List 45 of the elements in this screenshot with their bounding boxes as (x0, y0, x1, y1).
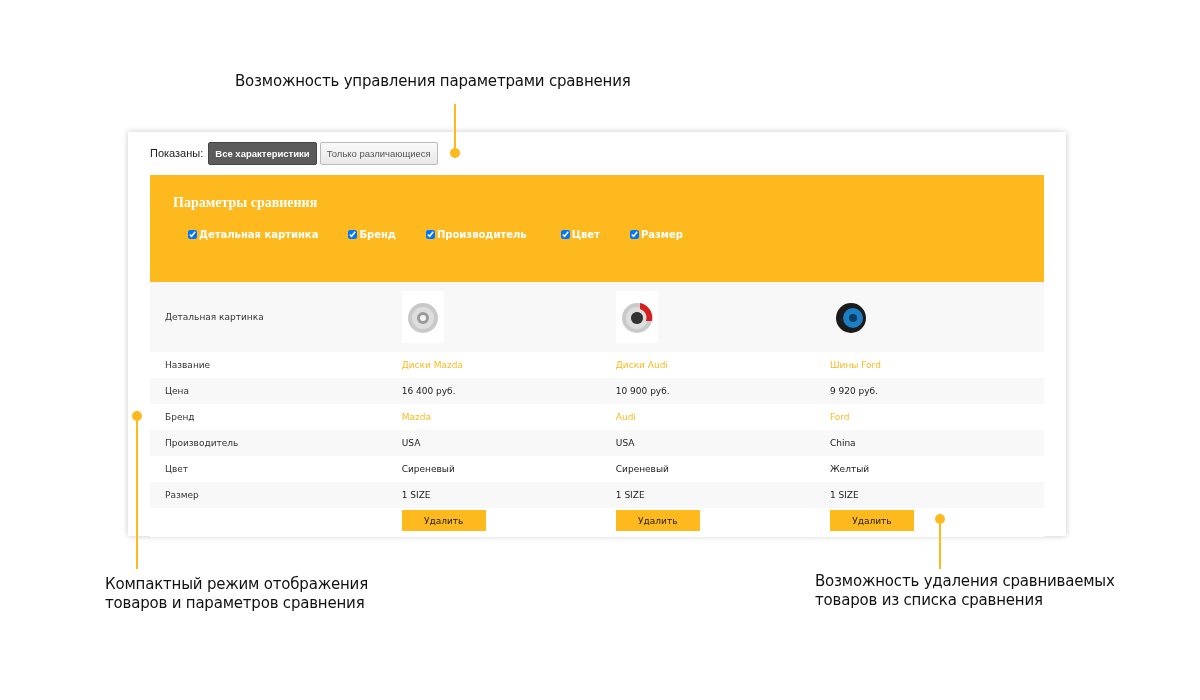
row-label: Название (164, 360, 212, 370)
table-cell: USA (615, 438, 635, 448)
filter-button[interactable]: Только различающиеся (319, 141, 438, 165)
checkbox[interactable] (425, 230, 435, 239)
table-cell: 10 900 руб. (615, 386, 670, 396)
product-link[interactable]: Ford (829, 412, 850, 422)
row-label: Размер (164, 490, 200, 500)
table-cell: 1 SIZE (615, 490, 645, 500)
checkbox-label[interactable]: Размер (640, 229, 683, 240)
product-link[interactable]: Диски Audi (615, 360, 668, 370)
table-cell: 16 400 руб. (401, 386, 456, 396)
panel-title: Параметры сравнения (173, 195, 319, 211)
checkbox[interactable] (348, 230, 358, 239)
table-cell: Сиреневый (401, 464, 455, 474)
table-cell: China (829, 438, 856, 448)
checkbox-label[interactable]: Производитель (436, 229, 527, 240)
table-cell: Сиреневый (615, 464, 669, 474)
table-cell: USA (401, 438, 421, 448)
product-link[interactable]: Audi (615, 412, 636, 422)
table-cell: 1 SIZE (829, 490, 859, 500)
filter-label: Показаны: (150, 147, 204, 159)
checkbox[interactable] (629, 230, 639, 239)
filter-button[interactable]: Все характеристики (208, 141, 317, 165)
row-label: Детальная картинка (164, 312, 265, 322)
remove-button[interactable]: Удалить (401, 510, 486, 531)
product-link[interactable]: Mazda (401, 412, 431, 422)
checkbox-label[interactable]: Детальная картинка (199, 229, 319, 240)
product-link[interactable]: Шины Ford (829, 360, 881, 370)
row-label: Цвет (164, 464, 190, 474)
remove-button[interactable]: Удалить (829, 510, 914, 531)
product-link[interactable]: Диски Mazda (401, 360, 463, 370)
checkbox-label[interactable]: Цвет (571, 229, 600, 240)
row-label: Производитель (164, 438, 240, 448)
callout-text: Возможность управления параметрами сравнения (235, 72, 631, 91)
table-cell: 1 SIZE (401, 490, 431, 500)
row-label: Бренд (164, 412, 196, 422)
table-cell: 9 920 руб. (829, 386, 878, 396)
remove-button[interactable]: Удалить (615, 510, 700, 531)
row-label: Цена (164, 386, 190, 396)
checkbox[interactable] (188, 230, 197, 239)
checkbox[interactable] (560, 230, 570, 239)
callout-text: Компактный режим отображения товаров и параметров сравнения (105, 575, 368, 613)
checkbox-label[interactable]: Бренд (359, 229, 396, 240)
callout-text: Возможность удаления сравниваемых товаров из списка сравнения (815, 572, 1115, 610)
table-cell: Желтый (829, 464, 870, 474)
